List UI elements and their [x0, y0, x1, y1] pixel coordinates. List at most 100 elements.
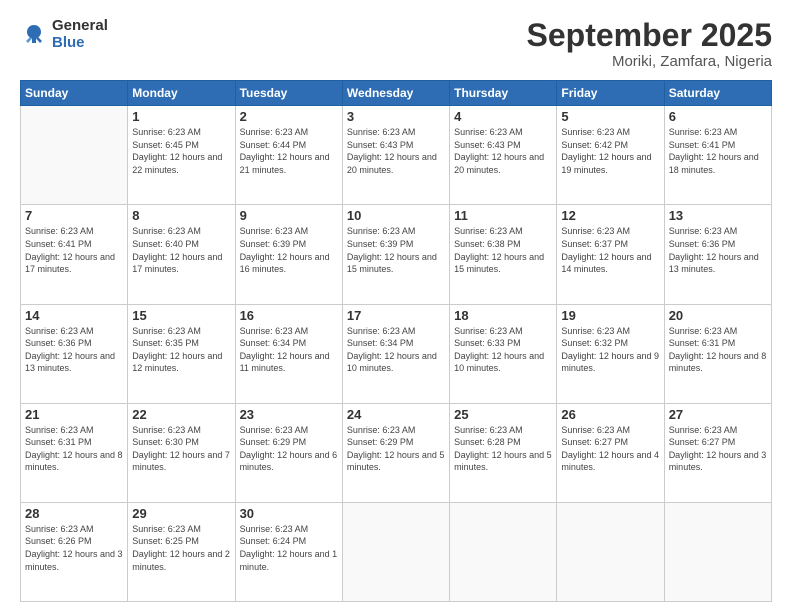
calendar-week-row: 7 Sunrise: 6:23 AMSunset: 6:41 PMDayligh…: [21, 205, 772, 304]
day-number: 11: [454, 208, 552, 223]
day-number: 12: [561, 208, 659, 223]
table-row: 18 Sunrise: 6:23 AMSunset: 6:33 PMDaylig…: [450, 304, 557, 403]
header-thursday: Thursday: [450, 81, 557, 106]
table-row: 2 Sunrise: 6:23 AMSunset: 6:44 PMDayligh…: [235, 106, 342, 205]
day-number: 23: [240, 407, 338, 422]
day-info: Sunrise: 6:23 AMSunset: 6:35 PMDaylight:…: [132, 326, 222, 374]
day-info: Sunrise: 6:23 AMSunset: 6:39 PMDaylight:…: [240, 226, 330, 274]
day-info: Sunrise: 6:23 AMSunset: 6:38 PMDaylight:…: [454, 226, 544, 274]
day-number: 4: [454, 109, 552, 124]
day-number: 26: [561, 407, 659, 422]
day-info: Sunrise: 6:23 AMSunset: 6:31 PMDaylight:…: [669, 326, 767, 374]
day-number: 1: [132, 109, 230, 124]
calendar-header-row: Sunday Monday Tuesday Wednesday Thursday…: [21, 81, 772, 106]
day-info: Sunrise: 6:23 AMSunset: 6:36 PMDaylight:…: [25, 326, 115, 374]
table-row: 26 Sunrise: 6:23 AMSunset: 6:27 PMDaylig…: [557, 403, 664, 502]
day-number: 18: [454, 308, 552, 323]
table-row: 22 Sunrise: 6:23 AMSunset: 6:30 PMDaylig…: [128, 403, 235, 502]
day-info: Sunrise: 6:23 AMSunset: 6:40 PMDaylight:…: [132, 226, 222, 274]
calendar-week-row: 21 Sunrise: 6:23 AMSunset: 6:31 PMDaylig…: [21, 403, 772, 502]
day-info: Sunrise: 6:23 AMSunset: 6:27 PMDaylight:…: [669, 425, 767, 473]
logo-text: General Blue: [52, 18, 108, 51]
day-info: Sunrise: 6:23 AMSunset: 6:37 PMDaylight:…: [561, 226, 651, 274]
table-row: 29 Sunrise: 6:23 AMSunset: 6:25 PMDaylig…: [128, 502, 235, 601]
day-info: Sunrise: 6:23 AMSunset: 6:36 PMDaylight:…: [669, 226, 759, 274]
calendar-week-row: 28 Sunrise: 6:23 AMSunset: 6:26 PMDaylig…: [21, 502, 772, 601]
day-number: 28: [25, 506, 123, 521]
day-info: Sunrise: 6:23 AMSunset: 6:26 PMDaylight:…: [25, 524, 123, 572]
day-number: 9: [240, 208, 338, 223]
table-row: 6 Sunrise: 6:23 AMSunset: 6:41 PMDayligh…: [664, 106, 771, 205]
header-tuesday: Tuesday: [235, 81, 342, 106]
table-row: 30 Sunrise: 6:23 AMSunset: 6:24 PMDaylig…: [235, 502, 342, 601]
day-number: 27: [669, 407, 767, 422]
day-number: 22: [132, 407, 230, 422]
table-row: 5 Sunrise: 6:23 AMSunset: 6:42 PMDayligh…: [557, 106, 664, 205]
table-row: [664, 502, 771, 601]
header: General Blue September 2025 Moriki, Zamf…: [20, 18, 772, 70]
day-info: Sunrise: 6:23 AMSunset: 6:29 PMDaylight:…: [240, 425, 338, 473]
header-sunday: Sunday: [21, 81, 128, 106]
day-info: Sunrise: 6:23 AMSunset: 6:25 PMDaylight:…: [132, 524, 230, 572]
main-title: September 2025: [527, 18, 772, 53]
day-number: 17: [347, 308, 445, 323]
logo-blue: Blue: [52, 35, 108, 52]
subtitle: Moriki, Zamfara, Nigeria: [527, 53, 772, 70]
table-row: 1 Sunrise: 6:23 AMSunset: 6:45 PMDayligh…: [128, 106, 235, 205]
day-number: 24: [347, 407, 445, 422]
table-row: [342, 502, 449, 601]
table-row: 12 Sunrise: 6:23 AMSunset: 6:37 PMDaylig…: [557, 205, 664, 304]
table-row: 16 Sunrise: 6:23 AMSunset: 6:34 PMDaylig…: [235, 304, 342, 403]
logo-icon: [20, 21, 48, 49]
page: General Blue September 2025 Moriki, Zamf…: [0, 0, 792, 612]
header-friday: Friday: [557, 81, 664, 106]
day-number: 10: [347, 208, 445, 223]
table-row: 20 Sunrise: 6:23 AMSunset: 6:31 PMDaylig…: [664, 304, 771, 403]
day-info: Sunrise: 6:23 AMSunset: 6:30 PMDaylight:…: [132, 425, 230, 473]
table-row: 8 Sunrise: 6:23 AMSunset: 6:40 PMDayligh…: [128, 205, 235, 304]
header-monday: Monday: [128, 81, 235, 106]
table-row: 10 Sunrise: 6:23 AMSunset: 6:39 PMDaylig…: [342, 205, 449, 304]
calendar-week-row: 14 Sunrise: 6:23 AMSunset: 6:36 PMDaylig…: [21, 304, 772, 403]
day-info: Sunrise: 6:23 AMSunset: 6:43 PMDaylight:…: [347, 127, 437, 175]
day-number: 7: [25, 208, 123, 223]
day-number: 6: [669, 109, 767, 124]
table-row: 19 Sunrise: 6:23 AMSunset: 6:32 PMDaylig…: [557, 304, 664, 403]
day-info: Sunrise: 6:23 AMSunset: 6:43 PMDaylight:…: [454, 127, 544, 175]
day-info: Sunrise: 6:23 AMSunset: 6:31 PMDaylight:…: [25, 425, 123, 473]
day-number: 2: [240, 109, 338, 124]
table-row: 28 Sunrise: 6:23 AMSunset: 6:26 PMDaylig…: [21, 502, 128, 601]
day-number: 21: [25, 407, 123, 422]
day-number: 5: [561, 109, 659, 124]
table-row: 9 Sunrise: 6:23 AMSunset: 6:39 PMDayligh…: [235, 205, 342, 304]
table-row: 11 Sunrise: 6:23 AMSunset: 6:38 PMDaylig…: [450, 205, 557, 304]
day-number: 8: [132, 208, 230, 223]
day-info: Sunrise: 6:23 AMSunset: 6:27 PMDaylight:…: [561, 425, 659, 473]
header-saturday: Saturday: [664, 81, 771, 106]
table-row: 14 Sunrise: 6:23 AMSunset: 6:36 PMDaylig…: [21, 304, 128, 403]
day-info: Sunrise: 6:23 AMSunset: 6:32 PMDaylight:…: [561, 326, 659, 374]
day-number: 13: [669, 208, 767, 223]
day-number: 14: [25, 308, 123, 323]
table-row: 3 Sunrise: 6:23 AMSunset: 6:43 PMDayligh…: [342, 106, 449, 205]
day-info: Sunrise: 6:23 AMSunset: 6:33 PMDaylight:…: [454, 326, 544, 374]
table-row: 15 Sunrise: 6:23 AMSunset: 6:35 PMDaylig…: [128, 304, 235, 403]
day-info: Sunrise: 6:23 AMSunset: 6:39 PMDaylight:…: [347, 226, 437, 274]
table-row: 7 Sunrise: 6:23 AMSunset: 6:41 PMDayligh…: [21, 205, 128, 304]
table-row: [21, 106, 128, 205]
day-info: Sunrise: 6:23 AMSunset: 6:28 PMDaylight:…: [454, 425, 552, 473]
day-info: Sunrise: 6:23 AMSunset: 6:44 PMDaylight:…: [240, 127, 330, 175]
day-number: 25: [454, 407, 552, 422]
day-info: Sunrise: 6:23 AMSunset: 6:34 PMDaylight:…: [347, 326, 437, 374]
day-info: Sunrise: 6:23 AMSunset: 6:29 PMDaylight:…: [347, 425, 445, 473]
day-info: Sunrise: 6:23 AMSunset: 6:41 PMDaylight:…: [25, 226, 115, 274]
day-number: 3: [347, 109, 445, 124]
day-info: Sunrise: 6:23 AMSunset: 6:34 PMDaylight:…: [240, 326, 330, 374]
day-number: 29: [132, 506, 230, 521]
table-row: 17 Sunrise: 6:23 AMSunset: 6:34 PMDaylig…: [342, 304, 449, 403]
day-info: Sunrise: 6:23 AMSunset: 6:42 PMDaylight:…: [561, 127, 651, 175]
calendar-week-row: 1 Sunrise: 6:23 AMSunset: 6:45 PMDayligh…: [21, 106, 772, 205]
day-info: Sunrise: 6:23 AMSunset: 6:24 PMDaylight:…: [240, 524, 338, 572]
table-row: 24 Sunrise: 6:23 AMSunset: 6:29 PMDaylig…: [342, 403, 449, 502]
calendar-table: Sunday Monday Tuesday Wednesday Thursday…: [20, 80, 772, 602]
